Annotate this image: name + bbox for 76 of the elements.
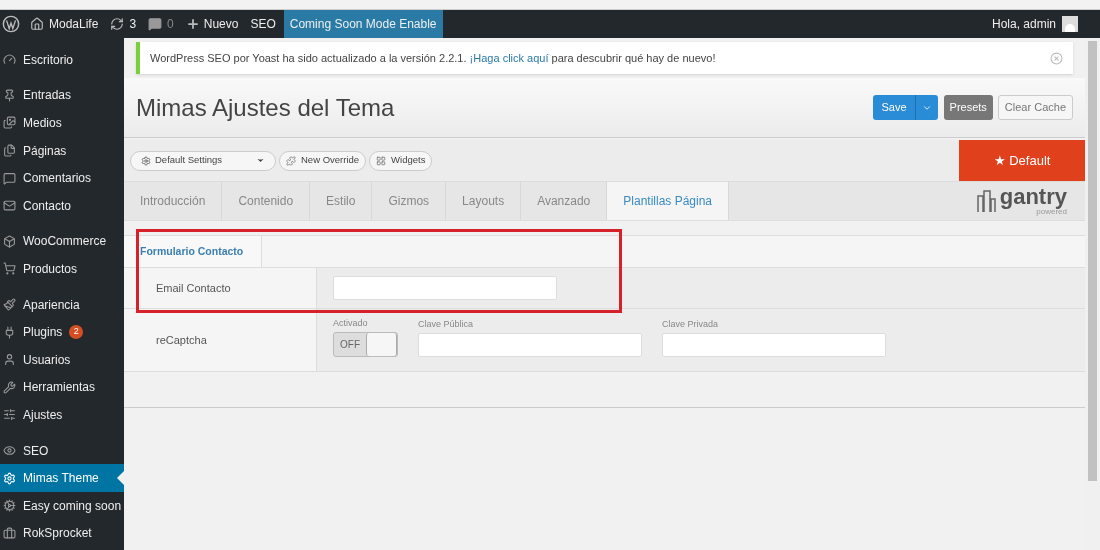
sidebar-item[interactable]: Plugins 2 (0, 318, 124, 346)
sidebar-item[interactable]: Productos (0, 255, 124, 283)
settings-dropdown[interactable]: Default Settings (130, 150, 276, 171)
logo-tagline: powered (1036, 208, 1067, 216)
new-link[interactable]: Nuevo (185, 15, 239, 33)
home-icon (30, 17, 44, 31)
page-title: Mimas Ajustes del Tema (136, 92, 395, 123)
plus-icon (185, 17, 200, 31)
mail-icon (3, 199, 16, 213)
field-label: Activado (333, 317, 368, 330)
sidebar-item[interactable]: Usuarios (0, 345, 124, 374)
widgets-button[interactable]: Widgets (369, 150, 433, 171)
notice-link[interactable]: ¡Haga click aquí (469, 51, 549, 64)
gear-icon (141, 155, 151, 166)
grid-icon (376, 155, 387, 166)
comment-icon (148, 17, 163, 31)
dismiss-icon[interactable] (1050, 51, 1063, 65)
sidebar-item[interactable]: WooCommerce (0, 227, 124, 256)
coming-soon-link[interactable]: Coming Soon Mode Enable (283, 10, 443, 38)
sliders-icon (3, 408, 16, 422)
sidebar-item[interactable]: RokSprocket (0, 519, 124, 548)
briefcase-icon (3, 526, 16, 540)
wordpress-logo-icon[interactable] (2, 15, 20, 33)
user-icon (3, 353, 16, 367)
wrench-icon (3, 380, 16, 394)
field-label: Clave Privada (662, 318, 719, 331)
refresh-icon (110, 17, 125, 31)
greeting-link[interactable]: Hola, admin (991, 15, 1056, 33)
plug-icon (3, 325, 16, 339)
avatar-icon[interactable] (1062, 16, 1078, 32)
count-badge: 2 (69, 325, 84, 340)
sidebar-item[interactable]: Comentarios (0, 164, 124, 192)
pages-icon (3, 144, 16, 158)
gauge-icon (3, 53, 16, 67)
sidebar-item[interactable]: SEO (0, 436, 124, 465)
comments-link[interactable]: 0 (148, 15, 174, 33)
images-icon (3, 116, 16, 130)
pin-icon (3, 88, 16, 102)
site-link[interactable]: ModaLife (30, 15, 99, 33)
building-icon (975, 190, 996, 212)
text-field[interactable] (418, 332, 642, 357)
brush-icon (3, 298, 16, 312)
updates-link[interactable]: 3 (110, 15, 137, 33)
puzzle-icon (286, 155, 296, 166)
sidebar-item[interactable]: Easy coming soon (0, 491, 124, 520)
gear-icon (3, 499, 16, 513)
clear-cache-button[interactable]: Clear Cache (997, 95, 1073, 120)
sidebar-item[interactable]: Ajustes (0, 401, 124, 429)
presets-button[interactable]: Presets (943, 95, 993, 120)
tab[interactable]: Plantillas Página (607, 182, 730, 220)
notice-text: WordPress SEO por Yoast ha sido actualizado a la versión 2.2.1. ¡Haga click aquí para descubrir qué hay de nuevo! (150, 50, 716, 66)
row-label: Email Contacto (156, 280, 231, 296)
settings-icon (3, 471, 16, 485)
text-field[interactable] (333, 276, 557, 300)
sidebar-item[interactable]: Páginas (0, 136, 124, 165)
eye-icon (3, 444, 16, 457)
field-label: Clave Pública (418, 318, 474, 331)
sidebar-item[interactable]: Mimas Theme (0, 464, 124, 492)
comment-icon (3, 171, 16, 185)
sidebar-item[interactable]: Contacto (0, 191, 124, 220)
seo-link[interactable]: SEO (250, 15, 276, 33)
save-button[interactable]: Save (873, 95, 915, 120)
sidebar-item[interactable]: Medios (0, 109, 124, 137)
caret-icon (256, 156, 265, 165)
cart-icon (3, 262, 16, 276)
new-override-button[interactable]: New Override (279, 150, 367, 171)
row-label: reCaptcha (156, 332, 207, 348)
sidebar-item[interactable]: Apariencia (0, 290, 124, 319)
text-field[interactable] (662, 332, 886, 357)
toggle-switch[interactable]: OFF (333, 331, 398, 357)
sidebar-item[interactable]: Entradas (0, 81, 124, 110)
logo-name: gantry (999, 186, 1067, 208)
sidebar-item[interactable]: Escritorio (0, 46, 124, 74)
default-button[interactable]: ★ Default (959, 140, 1085, 181)
sidebar-item[interactable]: Herramientas (0, 373, 124, 402)
box-icon (3, 234, 16, 248)
